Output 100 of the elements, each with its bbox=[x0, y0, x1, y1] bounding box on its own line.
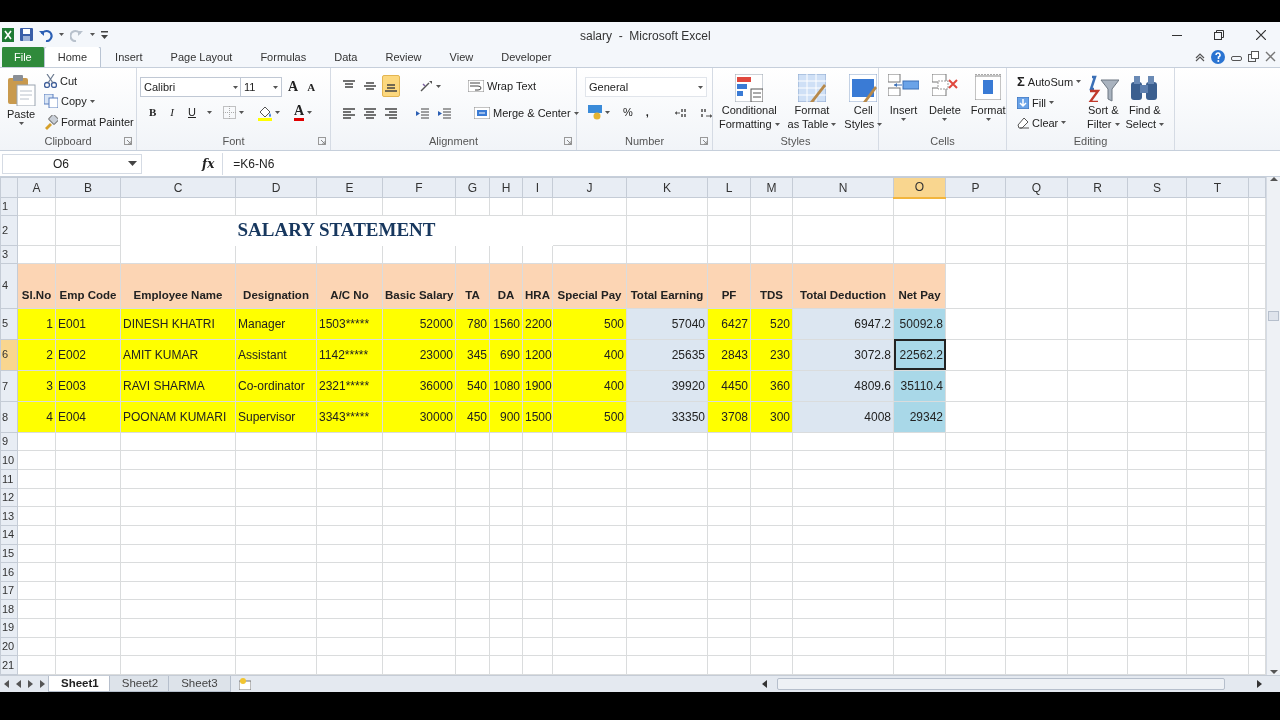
increase-indent-button[interactable] bbox=[435, 106, 454, 120]
sheet-tab[interactable]: Sheet3 bbox=[168, 676, 231, 692]
column-header[interactable]: P bbox=[945, 177, 1006, 198]
caret-icon[interactable] bbox=[831, 122, 837, 126]
row-header[interactable]: 7 bbox=[0, 370, 18, 402]
table-cell[interactable]: 3072.8 bbox=[792, 339, 894, 371]
column-header[interactable]: L bbox=[707, 177, 751, 198]
customize-icon[interactable] bbox=[101, 30, 108, 39]
table-cell[interactable]: 400 bbox=[552, 339, 627, 371]
comma-button[interactable]: , bbox=[642, 104, 652, 120]
caret-icon[interactable] bbox=[877, 122, 883, 126]
caret-icon[interactable] bbox=[59, 33, 64, 36]
ribbon-tab[interactable]: Insert bbox=[101, 46, 157, 67]
paste-button[interactable]: Paste bbox=[3, 71, 39, 133]
caret-icon[interactable] bbox=[274, 111, 280, 114]
column-header[interactable]: K bbox=[626, 177, 708, 198]
table-cell[interactable]: 57040 bbox=[626, 308, 708, 340]
name-box[interactable]: O6 bbox=[2, 153, 142, 174]
table-cell[interactable]: 30000 bbox=[382, 401, 456, 433]
column-header[interactable]: N bbox=[792, 177, 894, 198]
table-cell[interactable]: 35110.4 bbox=[893, 370, 946, 402]
table-cell[interactable]: Supervisor bbox=[235, 401, 317, 433]
cell-styles-button[interactable]: Cell Styles bbox=[841, 71, 886, 133]
shrink-font-button[interactable]: A bbox=[304, 79, 319, 95]
caret-icon[interactable] bbox=[985, 118, 991, 122]
vertical-scrollbar[interactable] bbox=[1266, 177, 1280, 675]
dialog-launcher-icon[interactable] bbox=[318, 137, 326, 145]
table-cell[interactable]: 1142***** bbox=[316, 339, 383, 371]
column-header[interactable]: O bbox=[893, 177, 946, 198]
scrollbar-thumb[interactable] bbox=[777, 678, 1225, 690]
caret-icon[interactable] bbox=[1049, 101, 1055, 105]
sort-filter-button[interactable]: Sort & Filter bbox=[1084, 71, 1123, 133]
undo-icon[interactable] bbox=[39, 27, 53, 42]
table-cell[interactable]: E004 bbox=[55, 401, 121, 433]
ribbon-tab[interactable]: File bbox=[2, 46, 44, 67]
autosum-button[interactable]: Σ AutoSum bbox=[1014, 73, 1085, 91]
dialog-launcher-icon[interactable] bbox=[700, 137, 708, 145]
table-cell[interactable]: 400 bbox=[552, 370, 627, 402]
decrease-indent-button[interactable] bbox=[413, 106, 432, 120]
italic-button[interactable]: I bbox=[167, 105, 177, 120]
restore-icon[interactable] bbox=[1214, 29, 1224, 40]
caret-icon[interactable] bbox=[1159, 122, 1165, 126]
table-cell[interactable]: 500 bbox=[552, 401, 627, 433]
table-cell[interactable]: RAVI SHARMA bbox=[120, 370, 236, 402]
find-select-button[interactable]: Find & Select bbox=[1122, 71, 1168, 133]
caret-icon[interactable] bbox=[698, 85, 703, 89]
save-icon[interactable] bbox=[20, 28, 33, 41]
column-header[interactable]: M bbox=[750, 177, 793, 198]
font-size-dropdown[interactable]: 11 bbox=[240, 77, 282, 97]
caret-icon[interactable] bbox=[1076, 80, 1082, 84]
table-cell[interactable]: 33350 bbox=[626, 401, 708, 433]
table-cell[interactable]: E001 bbox=[55, 308, 121, 340]
insert-cells-button[interactable]: Insert bbox=[885, 71, 922, 133]
column-header[interactable]: Q bbox=[1005, 177, 1068, 198]
table-cell[interactable]: 36000 bbox=[382, 370, 456, 402]
table-cell[interactable]: 39920 bbox=[626, 370, 708, 402]
sheet-tab[interactable]: Sheet1 bbox=[48, 676, 112, 692]
table-cell[interactable]: DINESH KHATRI bbox=[120, 308, 236, 340]
clear-button[interactable]: Clear bbox=[1014, 115, 1085, 131]
currency-button[interactable] bbox=[585, 103, 613, 121]
caret-icon[interactable] bbox=[1114, 122, 1120, 126]
spreadsheet-icon[interactable] bbox=[2, 27, 14, 42]
column-header[interactable]: S bbox=[1127, 177, 1187, 198]
table-cell[interactable]: 6947.2 bbox=[792, 308, 894, 340]
scroll-up-icon[interactable] bbox=[1269, 177, 1278, 182]
conditional-formatting-button[interactable]: Conditional Formatting bbox=[716, 71, 783, 133]
table-cell[interactable]: POONAM KUMARI bbox=[120, 401, 236, 433]
caret-icon[interactable] bbox=[273, 85, 278, 89]
column-header[interactable]: T bbox=[1186, 177, 1249, 198]
help-icon[interactable] bbox=[1211, 49, 1225, 64]
wrap-text-button[interactable]: Wrap Text bbox=[465, 78, 540, 94]
table-cell[interactable]: E003 bbox=[55, 370, 121, 402]
column-header[interactable]: A bbox=[17, 177, 56, 198]
scrollbar-thumb[interactable] bbox=[1268, 311, 1279, 321]
table-cell[interactable]: Co-ordinator bbox=[235, 370, 317, 402]
table-cell[interactable]: E002 bbox=[55, 339, 121, 371]
table-cell[interactable]: 3343***** bbox=[316, 401, 383, 433]
ribbon-tab[interactable]: Data bbox=[320, 46, 372, 67]
scroll-right-icon[interactable] bbox=[1257, 680, 1262, 688]
caret-icon[interactable] bbox=[18, 122, 24, 126]
caret-icon[interactable] bbox=[436, 84, 441, 88]
close-icon[interactable] bbox=[1256, 29, 1266, 40]
column-header[interactable]: E bbox=[316, 177, 383, 198]
caret-icon[interactable] bbox=[206, 111, 212, 114]
table-cell[interactable]: 500 bbox=[552, 308, 627, 340]
caret-icon[interactable] bbox=[774, 122, 780, 126]
table-cell[interactable]: 4809.6 bbox=[792, 370, 894, 402]
merge-center-button[interactable]: Merge & Center bbox=[471, 105, 582, 121]
underline-button[interactable]: U bbox=[185, 105, 199, 120]
ribbon-tab[interactable]: Review bbox=[371, 46, 436, 67]
delete-cells-button[interactable]: Delete bbox=[926, 71, 964, 133]
caret-icon[interactable] bbox=[233, 85, 238, 89]
row-header[interactable]: 5 bbox=[0, 308, 18, 340]
copy-button[interactable]: Copy bbox=[41, 93, 137, 110]
ribbon-tab[interactable]: View bbox=[435, 46, 488, 67]
table-cell[interactable]: 1503***** bbox=[316, 308, 383, 340]
caret-icon[interactable] bbox=[238, 111, 244, 114]
caret-icon[interactable] bbox=[1061, 121, 1067, 125]
number-format-dropdown[interactable]: General bbox=[585, 77, 707, 97]
ribbon-tab[interactable]: Page Layout bbox=[156, 46, 247, 67]
